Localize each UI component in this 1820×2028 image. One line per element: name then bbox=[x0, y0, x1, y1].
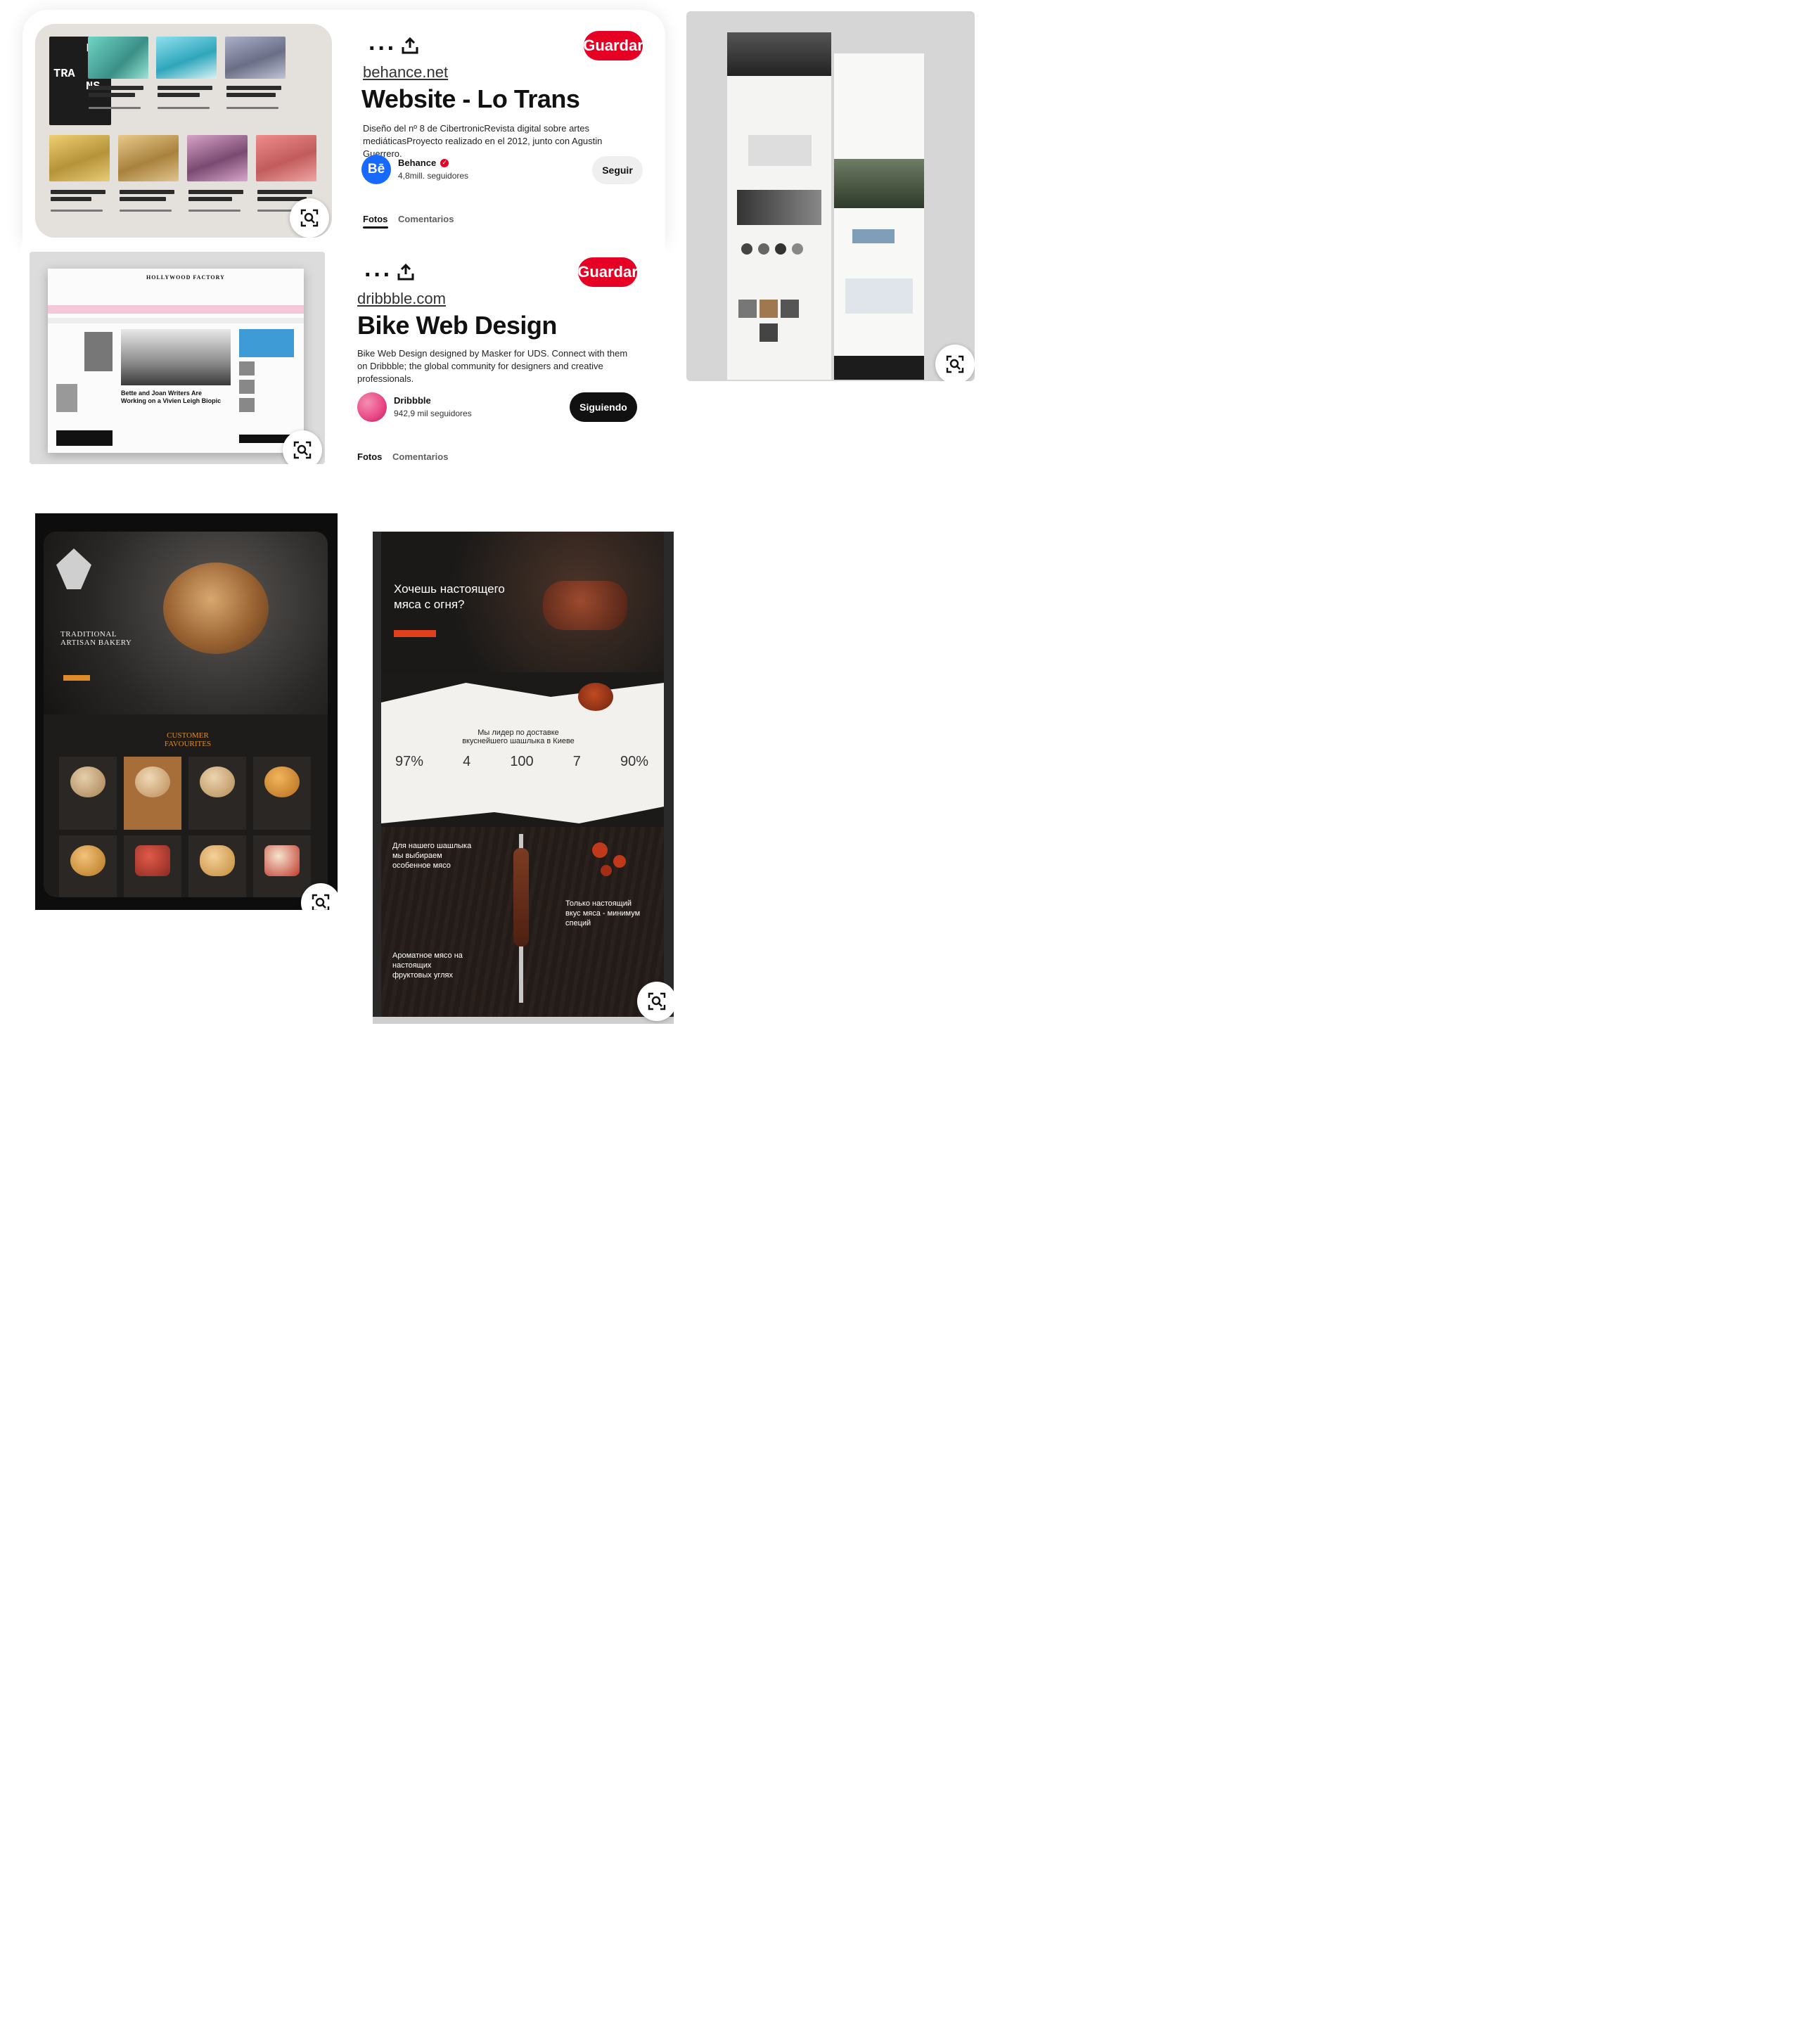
pin-title: Bike Web Design bbox=[357, 311, 557, 340]
source-link[interactable]: dribbble.com bbox=[357, 290, 446, 308]
mag-thumb bbox=[256, 135, 316, 181]
meat-block-c: Ароматное мясо на настоящих фруктовых уг… bbox=[392, 951, 463, 980]
author-name[interactable]: Dribbble bbox=[394, 395, 472, 406]
author-name[interactable]: Behance bbox=[398, 158, 436, 168]
visual-search-icon[interactable] bbox=[283, 430, 322, 464]
tab-fotos[interactable]: Fotos bbox=[363, 214, 387, 224]
meat-hero-title-b: мяса с огня? bbox=[394, 598, 465, 611]
meat-block-a: Для нашего шашлыка мы выбираем особенное… bbox=[392, 842, 472, 870]
author-info: Dribbble 942,9 mil seguidores bbox=[394, 395, 472, 418]
tab-fotos-underline bbox=[363, 226, 388, 229]
dribbble-avatar[interactable] bbox=[357, 392, 387, 422]
author-followers: 942,9 mil seguidores bbox=[394, 409, 472, 418]
following-button[interactable]: Siguiendo bbox=[570, 392, 637, 422]
source-link[interactable]: behance.net bbox=[363, 63, 448, 82]
tab-fotos[interactable]: Fotos bbox=[357, 451, 382, 462]
mag-thumb bbox=[49, 135, 110, 181]
share-icon[interactable] bbox=[401, 37, 419, 55]
more-options-icon[interactable]: ··· bbox=[369, 37, 397, 60]
meat-hero-title-a: Хочешь настоящего bbox=[394, 582, 505, 596]
pin-title: Website - Lo Trans bbox=[361, 84, 580, 113]
meat-block-b: Только настоящий вкус мяса - минимум спе… bbox=[565, 899, 641, 928]
pin-description: Diseño del nº 8 de CibertronicRevista di… bbox=[363, 123, 603, 159]
mag-thumb bbox=[156, 37, 217, 79]
author-info: Behance ✓ 4,8mill. seguidores bbox=[398, 158, 468, 181]
visual-search-icon[interactable] bbox=[935, 345, 975, 381]
share-icon[interactable] bbox=[397, 263, 415, 281]
mag-thumb bbox=[88, 37, 148, 79]
save-button[interactable]: Guardar bbox=[577, 257, 638, 287]
mag-thumb bbox=[118, 135, 179, 181]
pin-image-architecture-site[interactable] bbox=[686, 11, 975, 381]
more-options-icon[interactable]: ··· bbox=[364, 263, 392, 287]
follow-button[interactable]: Seguir bbox=[592, 156, 643, 184]
pin-description: Bike Web Design designed by Masker for U… bbox=[357, 348, 628, 384]
bakery-heading: TRADITIONAL ARTISAN BAKERY bbox=[60, 630, 132, 647]
verified-icon: ✓ bbox=[440, 158, 449, 167]
author-followers: 4,8mill. seguidores bbox=[398, 171, 469, 181]
meat-stats: 97% 4 100 7 90% bbox=[395, 754, 648, 769]
tab-comentarios[interactable]: Comentarios bbox=[392, 451, 448, 462]
pin-image-bike[interactable]: HOLLYWOOD FACTORY Bette and Joan Writers… bbox=[30, 252, 325, 464]
mag-thumb bbox=[225, 37, 286, 79]
magazine-masthead: HOLLYWOOD FACTORY bbox=[146, 274, 225, 281]
bakery-section-title: CUSTOMER FAVOURITES bbox=[164, 731, 212, 748]
behance-avatar[interactable]: Bē bbox=[361, 155, 391, 184]
meat-middle-text: Мы лидер по доставке вкуснейшего шашлыка… bbox=[462, 729, 575, 745]
visual-search-icon[interactable] bbox=[637, 982, 674, 1021]
magazine-headline: Bette and Joan Writers Are Working on a … bbox=[121, 390, 222, 404]
visual-search-icon[interactable] bbox=[290, 198, 329, 238]
pin-image-shashlik[interactable]: Хочешь настоящего мяса с огня? Мы лидер … bbox=[373, 532, 674, 1024]
pin-image-bakery[interactable]: TRADITIONAL ARTISAN BAKERY CUSTOMER FAVO… bbox=[35, 513, 338, 910]
tab-comentarios[interactable]: Comentarios bbox=[398, 214, 454, 224]
mag-thumb bbox=[187, 135, 248, 181]
pin-image-lo-trans[interactable]: LO TRA NS bbox=[35, 24, 332, 238]
save-button[interactable]: Guardar bbox=[583, 31, 643, 60]
